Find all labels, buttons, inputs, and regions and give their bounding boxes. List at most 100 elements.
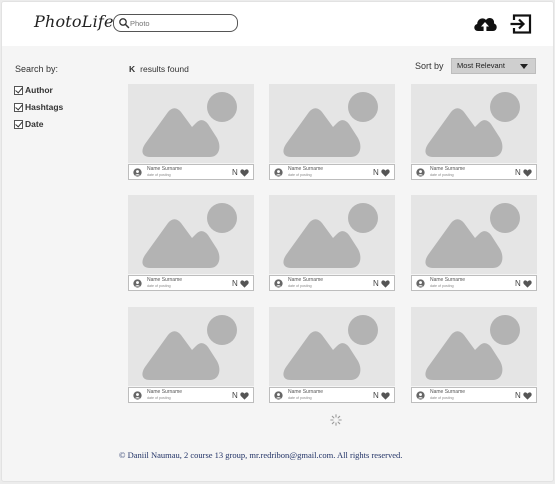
photo-card[interactable]: Name Surname date of posting N [128, 84, 254, 181]
photo-meta: Name Surname date of posting N [269, 275, 395, 291]
hashtags-checkbox[interactable] [14, 102, 23, 112]
author-name[interactable]: Name Surname [288, 278, 323, 283]
photo-card[interactable]: Name Surname date of posting N [269, 307, 395, 404]
user-avatar-icon[interactable] [416, 391, 425, 400]
like-count: N [232, 168, 238, 177]
filter-date[interactable]: Date [14, 119, 43, 129]
author-name[interactable]: Name Surname [288, 167, 323, 172]
author-name[interactable]: Name Surname [430, 390, 465, 395]
image-placeholder-icon [425, 315, 520, 380]
photo-thumbnail[interactable] [411, 84, 537, 163]
author-checkbox[interactable] [14, 85, 23, 95]
heart-icon[interactable] [523, 169, 532, 177]
exit-icon[interactable] [508, 12, 534, 36]
heart-icon[interactable] [381, 280, 390, 288]
photo-thumbnail[interactable] [128, 307, 254, 386]
image-placeholder-icon [142, 203, 237, 268]
results-number: K [129, 64, 136, 74]
photo-card[interactable]: Name Surname date of posting N [269, 195, 395, 292]
heart-icon[interactable] [240, 280, 249, 288]
user-avatar-icon[interactable] [274, 279, 283, 288]
photo-meta: Name Surname date of posting N [269, 387, 395, 403]
user-avatar-icon[interactable] [274, 168, 283, 177]
photo-meta: Name Surname date of posting N [411, 387, 537, 403]
photo-card[interactable]: Name Surname date of posting N [128, 307, 254, 404]
author-name[interactable]: Name Surname [430, 167, 465, 172]
author-name[interactable]: Name Surname [147, 278, 182, 283]
heart-icon[interactable] [523, 392, 532, 400]
photo-meta: Name Surname date of posting N [128, 387, 254, 403]
heart-icon[interactable] [381, 392, 390, 400]
like-count: N [515, 168, 521, 177]
header: PhotoLife [2, 2, 553, 46]
filter-author-label: Author [25, 85, 53, 95]
filter-hashtags[interactable]: Hashtags [14, 102, 63, 112]
user-avatar-icon[interactable] [274, 391, 283, 400]
post-date: date of posting [430, 396, 454, 400]
search-by-title: Search by: [15, 64, 59, 74]
photo-thumbnail[interactable] [128, 195, 254, 274]
author-name[interactable]: Name Surname [288, 390, 323, 395]
photo-card[interactable]: Name Surname date of posting N [411, 307, 537, 404]
date-checkbox[interactable] [14, 119, 23, 129]
filter-author[interactable]: Author [14, 85, 53, 95]
heart-icon[interactable] [240, 392, 249, 400]
post-date: date of posting [288, 284, 312, 288]
search-icon [119, 18, 130, 29]
heart-icon[interactable] [240, 169, 249, 177]
user-avatar-icon[interactable] [416, 168, 425, 177]
like-count: N [515, 391, 521, 400]
sort-selected-value: Most Relevant [457, 61, 505, 70]
like-count: N [232, 279, 238, 288]
user-avatar-icon[interactable] [416, 279, 425, 288]
like-count: N [232, 391, 238, 400]
search-box[interactable] [113, 14, 238, 32]
photo-card[interactable]: Name Surname date of posting N [128, 195, 254, 292]
photo-meta: Name Surname date of posting N [269, 164, 395, 180]
photo-thumbnail[interactable] [269, 84, 395, 163]
post-date: date of posting [147, 284, 171, 288]
like-count: N [373, 168, 379, 177]
loading-spinner-icon [330, 414, 342, 426]
author-name[interactable]: Name Surname [430, 278, 465, 283]
user-avatar-icon[interactable] [133, 279, 142, 288]
photo-meta: Name Surname date of posting N [411, 164, 537, 180]
image-placeholder-icon [283, 92, 378, 157]
photo-thumbnail[interactable] [269, 195, 395, 274]
photo-thumbnail[interactable] [128, 84, 254, 163]
filter-date-label: Date [25, 119, 44, 129]
footer-copyright: © Daniil Naumau, 2 course 13 group, mr.r… [119, 450, 403, 460]
photo-meta: Name Surname date of posting N [411, 275, 537, 291]
user-avatar-icon[interactable] [133, 391, 142, 400]
image-placeholder-icon [283, 203, 378, 268]
sort-label: Sort by [415, 61, 444, 71]
like-count: N [515, 279, 521, 288]
logo[interactable]: PhotoLife [34, 12, 114, 31]
results-count: Kresults found [129, 64, 189, 74]
photo-meta: Name Surname date of posting N [128, 164, 254, 180]
image-placeholder-icon [142, 315, 237, 380]
search-input[interactable] [130, 16, 234, 30]
sort-select[interactable]: Most Relevant [451, 58, 536, 74]
image-placeholder-icon [425, 92, 520, 157]
heart-icon[interactable] [381, 169, 390, 177]
heart-icon[interactable] [523, 280, 532, 288]
photo-thumbnail[interactable] [411, 195, 537, 274]
image-placeholder-icon [425, 203, 520, 268]
photo-thumbnail[interactable] [411, 307, 537, 386]
cloud-upload-icon[interactable] [472, 12, 498, 36]
photo-card[interactable]: Name Surname date of posting N [411, 84, 537, 181]
photo-meta: Name Surname date of posting N [128, 275, 254, 291]
post-date: date of posting [288, 396, 312, 400]
image-placeholder-icon [283, 315, 378, 380]
post-date: date of posting [288, 173, 312, 177]
photo-card[interactable]: Name Surname date of posting N [411, 195, 537, 292]
user-avatar-icon[interactable] [133, 168, 142, 177]
post-date: date of posting [430, 284, 454, 288]
photo-card[interactable]: Name Surname date of posting N [269, 84, 395, 181]
photo-thumbnail[interactable] [269, 307, 395, 386]
post-date: date of posting [430, 173, 454, 177]
author-name[interactable]: Name Surname [147, 167, 182, 172]
results-label: results found [140, 64, 189, 74]
author-name[interactable]: Name Surname [147, 390, 182, 395]
